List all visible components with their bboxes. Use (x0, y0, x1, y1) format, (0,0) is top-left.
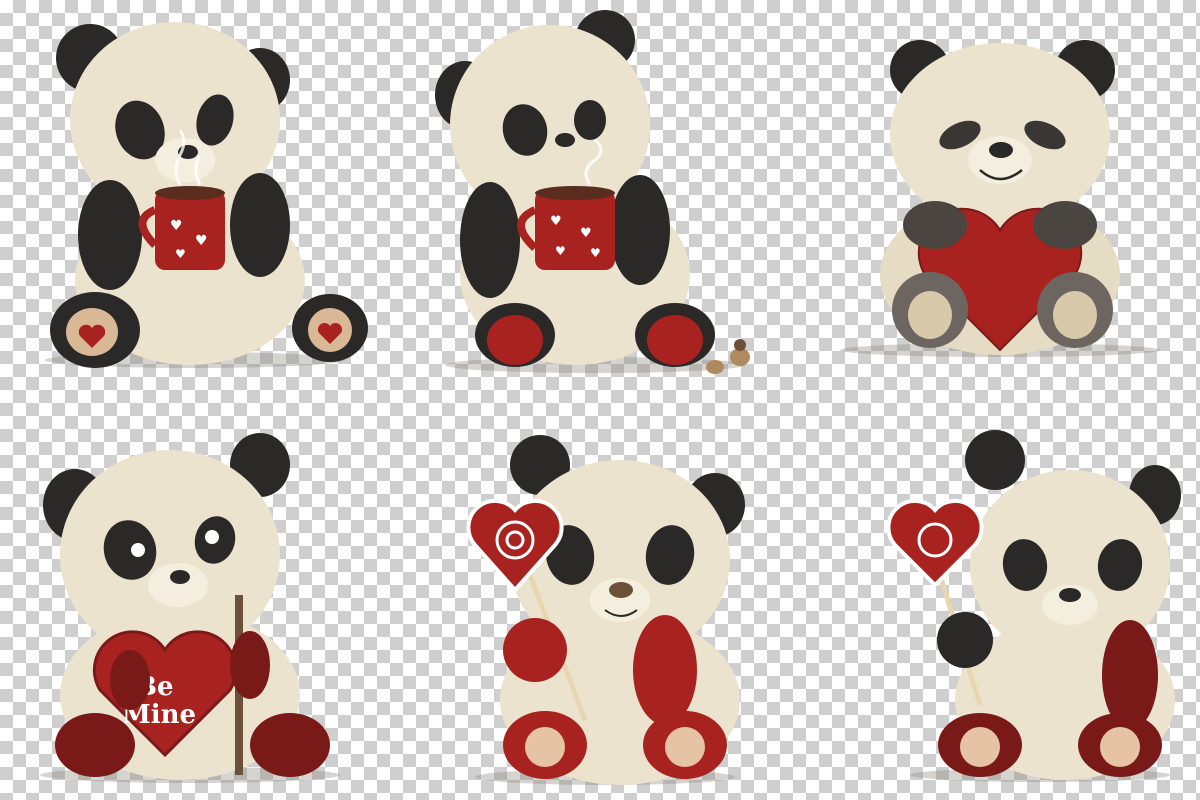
panda-hugging-heart-illustration (840, 40, 1160, 357)
svg-text:♥: ♥ (170, 218, 183, 234)
panda-be-mine-sign: Be Mine (30, 425, 360, 790)
panda-with-lollipop-seated (880, 425, 1181, 785)
svg-text:♥: ♥ (590, 246, 601, 260)
panda-with-lollipop (445, 425, 765, 790)
panda-sipping-mug-illustration: ♥ ♥ ♥ ♥ (435, 10, 750, 374)
svg-text:♥: ♥ (175, 247, 186, 261)
svg-text:♥: ♥ (550, 214, 562, 229)
panda-sipping-mug: ♥ ♥ ♥ ♥ (425, 5, 765, 380)
svg-text:♥: ♥ (555, 244, 566, 258)
panda-with-lollipop-illustration (466, 435, 745, 785)
panda-with-mug-illustration: ♥ ♥ ♥ (45, 22, 368, 368)
svg-text:♥: ♥ (195, 233, 208, 249)
panda-hugging-heart (835, 20, 1165, 365)
panda-with-lollipop-seated-illustration (886, 430, 1181, 782)
panda-with-mug: ♥ ♥ ♥ (30, 10, 368, 375)
panda-clipart-sheet: ♥ ♥ ♥ ♥ ♥ ♥ ♥ Be Mine (0, 0, 1200, 800)
panda-be-mine-sign-illustration: Be Mine (40, 433, 340, 783)
svg-text:♥: ♥ (580, 226, 592, 241)
